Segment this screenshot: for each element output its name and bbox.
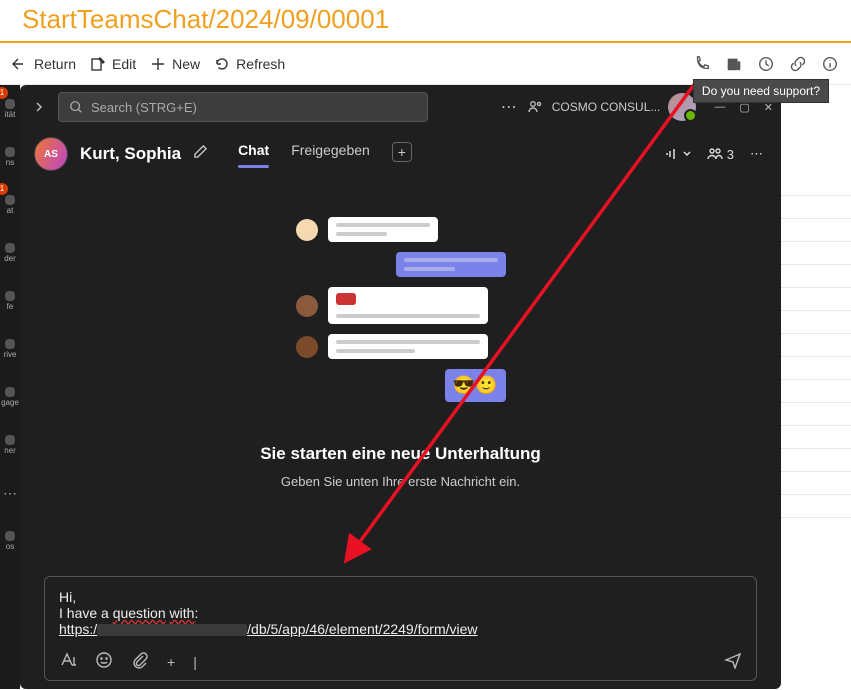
rail-item-activity[interactable]: 1 ität xyxy=(0,85,20,133)
empty-state-title: Sie starten eine neue Unterhaltung xyxy=(260,444,541,464)
clock-icon[interactable] xyxy=(757,55,775,73)
more-icon[interactable]: ⋯ xyxy=(500,98,518,116)
teams-window: Search (STRG+E) ⋯ COSMO CONSUL... — ▢ ✕ … xyxy=(20,85,781,689)
rail-item-planner[interactable]: ner xyxy=(0,421,20,469)
participants-button[interactable]: 3 xyxy=(707,146,734,162)
people-icon[interactable] xyxy=(526,98,544,116)
format-icon[interactable] xyxy=(59,651,77,672)
return-icon xyxy=(12,56,28,72)
refresh-label: Refresh xyxy=(236,56,285,72)
compose-line-2: I have a question with: xyxy=(59,605,742,621)
chat-avatar[interactable]: AS xyxy=(34,137,68,171)
audio-settings-icon[interactable] xyxy=(663,146,691,162)
support-phone-icon[interactable] xyxy=(693,55,711,73)
chat-header: AS Kurt, Sophia Chat Freigegeben + 3 ⋯ xyxy=(20,129,781,171)
compose-divider-icon: | xyxy=(193,654,197,670)
tab-chat[interactable]: Chat xyxy=(238,142,269,166)
support-tooltip: Do you need support? xyxy=(693,79,829,103)
info-icon[interactable] xyxy=(821,55,839,73)
add-tab-button[interactable]: + xyxy=(392,142,412,162)
empty-state-subtitle: Geben Sie unten Ihre erste Nachricht ein… xyxy=(281,474,520,489)
compose-toolbar: + | xyxy=(59,651,742,672)
rail-item-apps[interactable]: os xyxy=(0,517,20,565)
right-gutter xyxy=(781,85,851,689)
rail-item-engage[interactable]: gage xyxy=(0,373,20,421)
compose-line-3: https://db/5/app/46/element/2249/form/vi… xyxy=(59,621,742,637)
redacted-segment xyxy=(97,624,247,636)
tab-shared[interactable]: Freigegeben xyxy=(291,142,370,166)
edit-label: Edit xyxy=(112,56,136,72)
org-name[interactable]: COSMO CONSUL... xyxy=(552,100,661,114)
empty-state-illustration: 😎🙂 xyxy=(296,217,506,402)
teams-titlebar: Search (STRG+E) ⋯ COSMO CONSUL... — ▢ ✕ xyxy=(20,85,781,129)
attach-icon[interactable] xyxy=(131,651,149,672)
emoji-icon[interactable] xyxy=(95,651,113,672)
new-button[interactable]: New xyxy=(150,56,200,72)
rail-item-teams[interactable]: ns xyxy=(0,133,20,181)
plus-icon xyxy=(150,56,166,72)
edit-icon xyxy=(90,56,106,72)
rail-item-more[interactable]: ⋯ xyxy=(0,469,20,517)
rail-badge: 1 xyxy=(0,87,8,99)
send-button[interactable] xyxy=(724,651,742,672)
host-toolbar: Return Edit New Refresh Do you need supp… xyxy=(0,43,851,85)
news-icon[interactable] xyxy=(725,55,743,73)
search-icon xyxy=(69,100,83,114)
chat-more-icon[interactable]: ⋯ xyxy=(750,146,763,162)
rail-item-calls[interactable]: fe xyxy=(0,277,20,325)
search-input[interactable]: Search (STRG+E) xyxy=(58,92,428,122)
nav-forward-icon[interactable] xyxy=(28,96,50,118)
link-icon[interactable] xyxy=(789,55,807,73)
rename-chat-icon[interactable] xyxy=(193,144,208,164)
compose-more-icon[interactable]: + xyxy=(167,654,175,670)
compose-line-1: Hi, xyxy=(59,589,742,605)
search-placeholder: Search (STRG+E) xyxy=(91,100,197,115)
page-title: StartTeamsChat/2024/09/00001 xyxy=(0,0,851,41)
return-button[interactable]: Return xyxy=(12,56,76,72)
new-label: New xyxy=(172,56,200,72)
chat-name: Kurt, Sophia xyxy=(80,144,181,164)
app-rail: 1 ität ns 1 at der fe rive gage ner ⋯ os xyxy=(0,85,20,689)
refresh-icon xyxy=(214,56,230,72)
participants-count: 3 xyxy=(727,147,734,162)
rail-item-onedrive[interactable]: rive xyxy=(0,325,20,373)
rail-item-chat[interactable]: 1 at xyxy=(0,181,20,229)
rail-item-calendar[interactable]: der xyxy=(0,229,20,277)
refresh-button[interactable]: Refresh xyxy=(214,56,285,72)
edit-button[interactable]: Edit xyxy=(90,56,136,72)
chat-empty-state: 😎🙂 Sie starten eine neue Unterhaltung Ge… xyxy=(20,171,781,552)
message-compose-box[interactable]: Hi, I have a question with: https://db/5… xyxy=(44,576,757,681)
return-label: Return xyxy=(34,56,76,72)
rail-badge: 1 xyxy=(0,183,8,195)
